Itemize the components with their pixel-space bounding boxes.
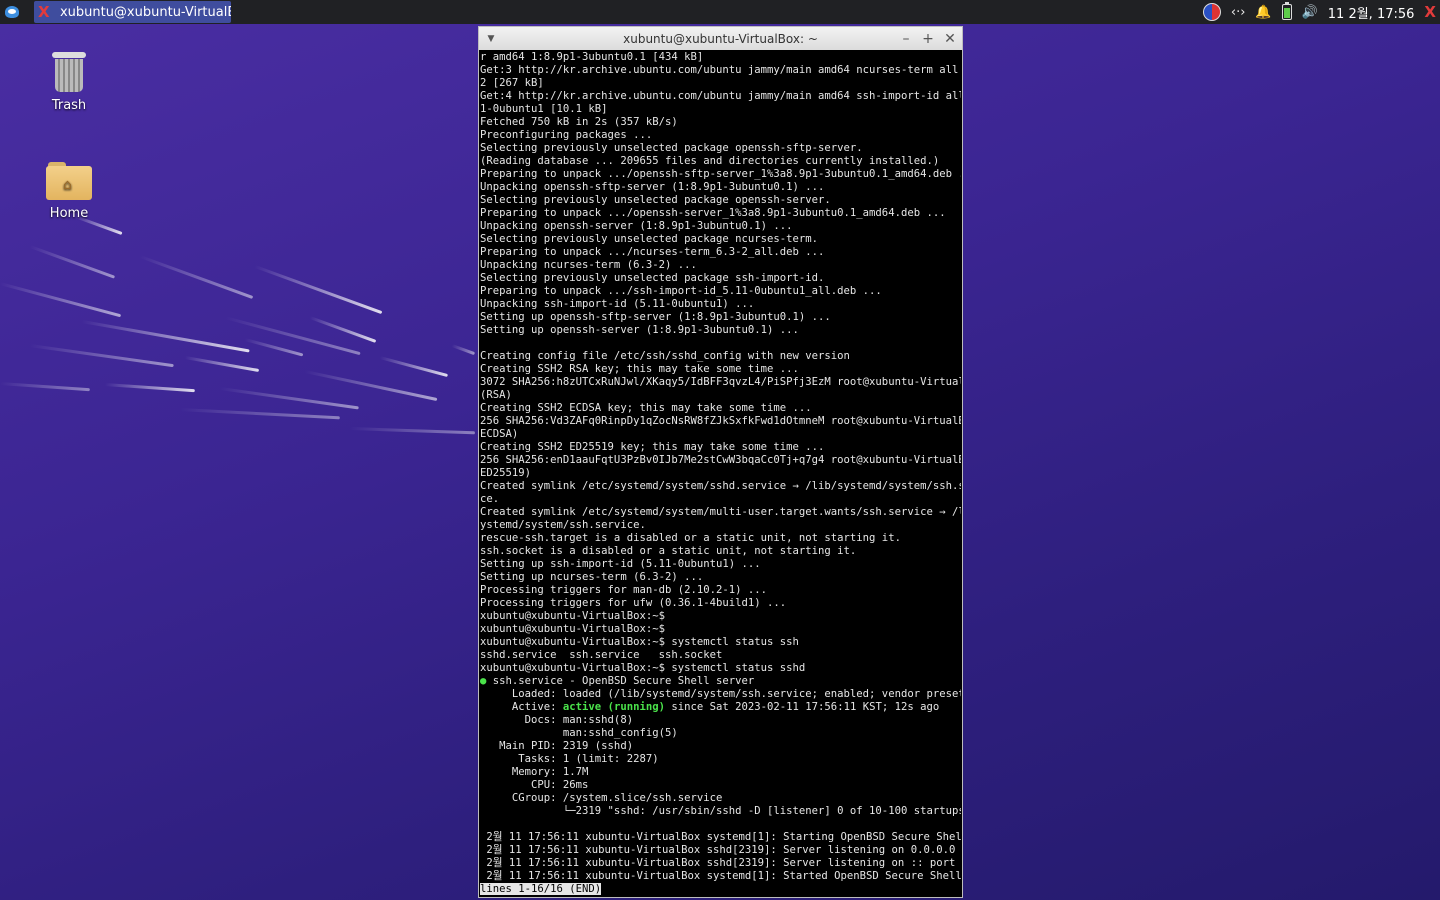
xfce-mouse-icon	[5, 6, 19, 18]
keyboard-input-icon[interactable]	[1202, 3, 1221, 21]
terminal-line: Get:3 http://kr.archive.ubuntu.com/ubunt…	[480, 64, 961, 76]
terminal-line: 256 SHA256:Vd3ZAFq0RinpDy1qZocNsRW8fZJkS…	[480, 415, 961, 427]
terminal-line: Setting up openssh-sftp-server (1:8.9p1-…	[480, 311, 831, 323]
active-line: Active: active (running) since Sat 2023-…	[480, 701, 940, 713]
top-panel: X xubuntu@xubuntu-VirtualBo... ‹·› 🔔 🔊 1…	[0, 0, 1440, 24]
terminal-line: 256 SHA256:enD1aauFqtU3PzBv0IJb7Me2stCwW…	[480, 454, 961, 466]
notification-bell-icon[interactable]: 🔔	[1255, 5, 1271, 20]
volume-icon[interactable]: 🔊	[1302, 5, 1318, 20]
close-button[interactable]: ✕	[942, 31, 958, 47]
window-title: xubuntu@xubuntu-VirtualBox: ~	[623, 31, 818, 46]
terminal-line: ED25519)	[480, 467, 532, 479]
terminal-line: 2 [267 kB]	[480, 77, 544, 89]
terminal-line: 1-0ubuntu1 [10.1 kB]	[480, 103, 608, 115]
taskbar-terminal-button[interactable]: X xubuntu@xubuntu-VirtualBo...	[34, 1, 231, 23]
desktop-icon-home[interactable]: ⌂ Home	[24, 162, 114, 221]
terminal-line: ECDSA)	[480, 428, 519, 440]
active-state: active (running)	[562, 701, 665, 713]
terminal-line: 3072 SHA256:h8zUTCxRuNJwl/XKaqy5/IdBFF3q…	[480, 376, 961, 388]
journal-line: 2월 11 17:56:11 xubuntu-VirtualBox sshd[2…	[480, 857, 961, 869]
terminal-line: Creating SSH2 ED25519 key; this may take…	[480, 441, 825, 453]
terminal-line: Setting up ssh-import-id (5.11-0ubuntu1)…	[480, 558, 761, 570]
terminal-line: xubuntu@xubuntu-VirtualBox:~$	[480, 623, 665, 635]
terminal-line: Preparing to unpack .../openssh-server_1…	[480, 207, 946, 219]
unit-detail-line: Memory: 1.7M	[480, 766, 589, 778]
terminal-line: Setting up openssh-server (1:8.9p1-3ubun…	[480, 324, 799, 336]
terminal-line: Creating SSH2 ECDSA key; this may take s…	[480, 402, 812, 414]
terminal-line: Get:4 http://kr.archive.ubuntu.com/ubunt…	[480, 90, 961, 102]
terminal-line: Creating SSH2 RSA key; this may take som…	[480, 363, 799, 375]
unit-title-line: ● ssh.service - OpenBSD Secure Shell ser…	[480, 675, 755, 687]
window-menu-icon[interactable]: ▼	[479, 34, 503, 44]
terminal-line: Processing triggers for man-db (2.10.2-1…	[480, 584, 768, 596]
unit-detail-line: Tasks: 1 (limit: 2287)	[480, 753, 659, 765]
terminal-line: r amd64 1:8.9p1-3ubuntu0.1 [434 kB]	[480, 51, 704, 63]
journal-line: 2월 11 17:56:11 xubuntu-VirtualBox sshd[2…	[480, 844, 961, 856]
battery-icon[interactable]	[1281, 2, 1292, 20]
loaded-line: Loaded: loaded (/lib/systemd/system/ssh.…	[480, 688, 961, 700]
terminal-line: rescue-ssh.target is a disabled or a sta…	[480, 532, 901, 544]
desktop-icon-trash[interactable]: Trash	[24, 52, 114, 113]
terminal-output[interactable]: r amd64 1:8.9p1-3ubuntu0.1 [434 kB] Get:3…	[480, 51, 961, 897]
terminal-line: Unpacking ncurses-term (6.3-2) ...	[480, 259, 697, 271]
terminal-line: xubuntu@xubuntu-VirtualBox:~$	[480, 610, 665, 622]
terminal-line: Preparing to unpack .../ssh-import-id_5.…	[480, 285, 882, 297]
journal-line: 2월 11 17:56:11 xubuntu-VirtualBox system…	[480, 831, 961, 843]
unit-detail-line	[480, 818, 961, 831]
trash-label: Trash	[51, 98, 87, 113]
terminal-line: Creating config file /etc/ssh/sshd_confi…	[480, 350, 850, 362]
terminal-line: ce.	[480, 493, 500, 505]
journal-line: 2월 11 17:56:11 xubuntu-VirtualBox system…	[480, 870, 961, 882]
unit-detail-line: man:sshd_config(5)	[480, 727, 678, 739]
trash-icon	[52, 52, 86, 92]
terminal-line: Preparing to unpack .../openssh-sftp-ser…	[480, 168, 961, 180]
terminal-line: Unpacking openssh-server (1:8.9p1-3ubunt…	[480, 220, 793, 232]
terminal-line: Preconfiguring packages ...	[480, 129, 653, 141]
network-icon[interactable]: ‹·›	[1231, 5, 1246, 20]
pager-status: lines 1-16/16 (END)	[480, 883, 602, 895]
terminal-line: Setting up ncurses-term (6.3-2) ...	[480, 571, 704, 583]
clock[interactable]: 11 2월, 17:56	[1328, 3, 1415, 22]
terminal-line: sshd.service ssh.service ssh.socket	[480, 649, 723, 661]
terminal-line: Preparing to unpack .../ncurses-term_6.3…	[480, 246, 825, 258]
terminal-line: Selecting previously unselected package …	[480, 194, 831, 206]
window-titlebar[interactable]: ▼ xubuntu@xubuntu-VirtualBox: ~ – + ✕	[479, 27, 962, 50]
minimize-button[interactable]: –	[898, 31, 914, 47]
terminal-line: Unpacking ssh-import-id (5.11-0ubuntu1) …	[480, 298, 755, 310]
terminal-line: (RSA)	[480, 389, 512, 401]
terminal-line: Selecting previously unselected package …	[480, 272, 825, 284]
terminal-window[interactable]: ▼ xubuntu@xubuntu-VirtualBox: ~ – + ✕ r …	[478, 26, 963, 898]
home-folder-icon: ⌂	[46, 162, 92, 200]
unit-detail-line: CPU: 26ms	[480, 779, 589, 791]
terminal-line: Created symlink /etc/systemd/system/sshd…	[480, 480, 961, 492]
session-menu-icon[interactable]: X	[1424, 4, 1436, 20]
terminal-line: Fetched 750 kB in 2s (357 kB/s)	[480, 116, 678, 128]
terminal-line: Selecting previously unselected package …	[480, 233, 819, 245]
terminal-line: (Reading database ... 209655 files and d…	[480, 155, 940, 167]
terminal-line: xubuntu@xubuntu-VirtualBox:~$ systemctl …	[480, 636, 799, 648]
terminal-line: Processing triggers for ufw (0.36.1-4bui…	[480, 597, 787, 609]
terminal-line: ystemd/system/ssh.service.	[480, 519, 646, 531]
unit-detail-line: └─2319 "sshd: /usr/sbin/sshd -D [listene…	[480, 805, 961, 817]
terminal-line: ssh.socket is a disabled or a static uni…	[480, 545, 857, 557]
unit-detail-line: Main PID: 2319 (sshd)	[480, 740, 634, 752]
taskbar-terminal-label: xubuntu@xubuntu-VirtualBo...	[59, 4, 231, 20]
unit-detail-line: Docs: man:sshd(8)	[480, 714, 634, 726]
home-label: Home	[49, 206, 89, 221]
terminal-line: Unpacking openssh-sftp-server (1:8.9p1-3…	[480, 181, 825, 193]
maximize-button[interactable]: +	[920, 31, 936, 47]
terminal-line: Created symlink /etc/systemd/system/mult…	[480, 506, 961, 518]
system-tray: ‹·› 🔔 🔊 11 2월, 17:56 X	[1202, 0, 1440, 24]
terminal-line: Selecting previously unselected package …	[480, 142, 863, 154]
whisker-menu-button[interactable]	[0, 0, 24, 24]
terminal-line: xubuntu@xubuntu-VirtualBox:~$ systemctl …	[480, 662, 806, 674]
terminal-app-icon: X	[38, 3, 50, 21]
unit-detail-line: CGroup: /system.slice/ssh.service	[480, 792, 723, 804]
